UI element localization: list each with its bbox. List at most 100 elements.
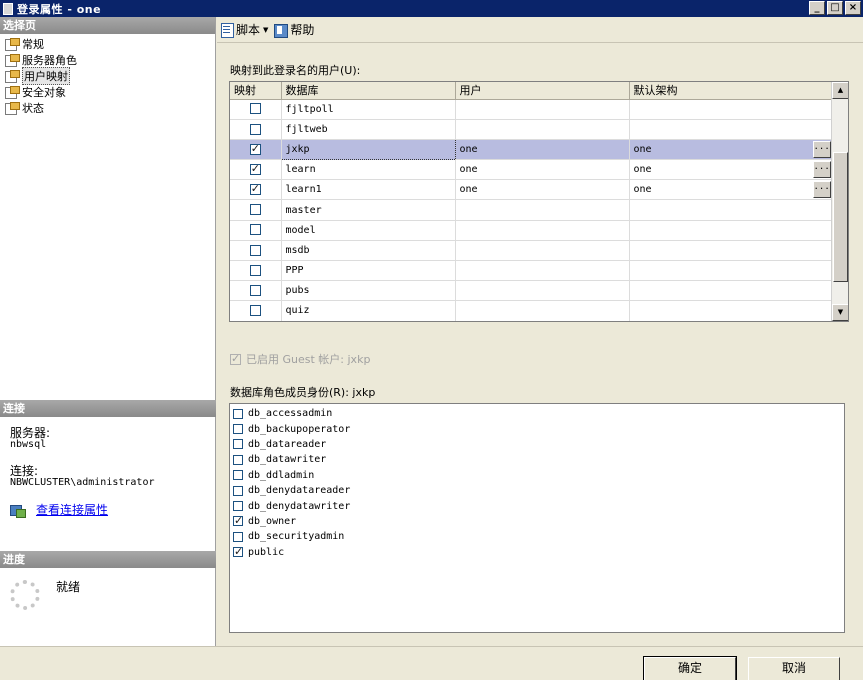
user-cell[interactable] bbox=[455, 260, 630, 282]
user-cell[interactable] bbox=[455, 199, 630, 221]
scroll-down-icon[interactable]: ▼ bbox=[832, 304, 848, 321]
list-item[interactable]: db_accessadmin bbox=[230, 406, 844, 421]
role-checkbox[interactable] bbox=[233, 545, 243, 558]
role-checkbox[interactable] bbox=[233, 439, 243, 450]
user-mapping-grid[interactable]: 映射 数据库 用户 默认架构 fjltpollfjltwebjxkponeone… bbox=[229, 81, 849, 322]
list-item[interactable]: db_owner bbox=[230, 514, 844, 529]
page-item-status[interactable]: 状态 bbox=[0, 100, 215, 116]
map-checkbox[interactable] bbox=[249, 305, 261, 317]
table-row[interactable]: jxkponeone... bbox=[230, 138, 832, 161]
map-checkbox[interactable] bbox=[249, 285, 261, 297]
table-row[interactable]: learnoneone... bbox=[230, 159, 832, 181]
schema-cell[interactable] bbox=[629, 199, 832, 221]
user-cell[interactable] bbox=[455, 300, 630, 321]
map-cell[interactable] bbox=[230, 280, 282, 302]
map-cell[interactable] bbox=[230, 260, 282, 282]
view-connection-properties-link[interactable]: 查看连接属性 bbox=[36, 504, 108, 516]
schema-cell[interactable]: one... bbox=[629, 139, 832, 161]
table-row[interactable]: fjltpoll bbox=[230, 99, 832, 120]
dropdown-arrow-icon[interactable]: ▼ bbox=[263, 26, 268, 34]
schema-cell[interactable]: one... bbox=[629, 159, 832, 181]
role-checkbox[interactable] bbox=[233, 470, 243, 481]
column-header-database[interactable]: 数据库 bbox=[281, 82, 456, 100]
role-checkbox[interactable] bbox=[233, 531, 243, 542]
map-checkbox[interactable] bbox=[249, 224, 261, 236]
close-button[interactable]: × bbox=[845, 1, 861, 15]
map-cell[interactable] bbox=[230, 119, 282, 140]
user-cell[interactable]: one bbox=[455, 179, 630, 201]
user-cell[interactable] bbox=[455, 119, 630, 140]
role-membership-list[interactable]: db_accessadmin db_backupoperator db_datare… bbox=[229, 403, 845, 633]
table-row[interactable]: msdb bbox=[230, 240, 832, 262]
role-checkbox[interactable] bbox=[233, 454, 243, 465]
schema-cell[interactable] bbox=[629, 300, 832, 321]
map-checkbox[interactable] bbox=[249, 162, 261, 175]
schema-cell[interactable] bbox=[629, 119, 832, 140]
column-header-user[interactable]: 用户 bbox=[455, 82, 630, 100]
list-item[interactable]: public bbox=[230, 545, 844, 560]
list-item[interactable]: db_backupoperator bbox=[230, 421, 844, 436]
scroll-thumb[interactable] bbox=[833, 152, 848, 282]
schema-cell[interactable] bbox=[629, 99, 832, 120]
maximize-button[interactable]: □ bbox=[827, 1, 843, 15]
map-checkbox[interactable] bbox=[249, 264, 261, 276]
table-row[interactable]: master bbox=[230, 199, 832, 221]
map-checkbox[interactable] bbox=[249, 103, 261, 115]
column-header-default-schema[interactable]: 默认架构 bbox=[629, 82, 832, 100]
table-row[interactable]: learn1oneone... bbox=[230, 179, 832, 201]
table-row[interactable]: quiz bbox=[230, 300, 832, 321]
page-item-securables[interactable]: 安全对象 bbox=[0, 84, 215, 100]
list-item[interactable]: db_datareader bbox=[230, 437, 844, 452]
map-cell[interactable] bbox=[230, 240, 282, 262]
schema-cell[interactable]: one... bbox=[629, 179, 832, 201]
schema-cell[interactable] bbox=[629, 280, 832, 302]
table-row[interactable]: model bbox=[230, 220, 832, 241]
role-checkbox[interactable] bbox=[233, 514, 243, 527]
map-checkbox[interactable] bbox=[249, 204, 261, 216]
schema-browse-button[interactable]: ... bbox=[812, 181, 831, 199]
schema-browse-button[interactable]: ... bbox=[812, 161, 831, 179]
scroll-up-icon[interactable]: ▲ bbox=[832, 82, 848, 99]
user-cell[interactable]: one bbox=[455, 139, 630, 161]
user-cell[interactable] bbox=[455, 220, 630, 241]
table-row[interactable]: pubs bbox=[230, 280, 832, 302]
schema-cell[interactable] bbox=[629, 260, 832, 282]
help-button[interactable]: 帮助 bbox=[274, 21, 314, 38]
list-item[interactable]: db_denydatawriter bbox=[230, 498, 844, 513]
minimize-button[interactable]: _ bbox=[809, 1, 825, 15]
user-cell[interactable] bbox=[455, 280, 630, 302]
role-checkbox[interactable] bbox=[233, 424, 243, 435]
role-checkbox[interactable] bbox=[233, 485, 243, 496]
map-cell[interactable] bbox=[230, 199, 282, 221]
list-item[interactable]: db_denydatareader bbox=[230, 483, 844, 498]
user-cell[interactable] bbox=[455, 99, 630, 120]
user-cell[interactable] bbox=[455, 240, 630, 262]
schema-cell[interactable] bbox=[629, 220, 832, 241]
role-checkbox[interactable] bbox=[233, 501, 243, 512]
map-cell[interactable] bbox=[230, 220, 282, 241]
page-item-general[interactable]: 常规 bbox=[0, 36, 215, 52]
map-cell[interactable] bbox=[230, 99, 282, 120]
map-cell[interactable] bbox=[230, 300, 282, 321]
map-cell[interactable] bbox=[230, 179, 282, 201]
cancel-button[interactable]: 取消 bbox=[748, 657, 840, 680]
page-item-server-roles[interactable]: 服务器角色 bbox=[0, 52, 215, 68]
schema-cell[interactable] bbox=[629, 240, 832, 262]
map-checkbox[interactable] bbox=[249, 244, 261, 256]
user-cell[interactable]: one bbox=[455, 159, 630, 181]
list-item[interactable]: db_ddladmin bbox=[230, 468, 844, 483]
role-checkbox[interactable] bbox=[233, 408, 243, 419]
map-cell[interactable] bbox=[230, 139, 282, 161]
column-header-map[interactable]: 映射 bbox=[230, 82, 282, 100]
table-row[interactable]: fjltweb bbox=[230, 119, 832, 140]
list-item[interactable]: db_securityadmin bbox=[230, 529, 844, 544]
page-item-user-mapping[interactable]: 用户映射 bbox=[0, 67, 215, 85]
script-button[interactable]: 脚本 ▼ bbox=[220, 21, 268, 38]
table-row[interactable]: PPP bbox=[230, 260, 832, 282]
map-checkbox[interactable] bbox=[249, 142, 261, 155]
ok-button[interactable]: 确定 bbox=[643, 656, 737, 680]
list-item[interactable]: db_datawriter bbox=[230, 452, 844, 467]
map-checkbox[interactable] bbox=[249, 182, 261, 196]
schema-browse-button[interactable]: ... bbox=[812, 140, 831, 158]
map-cell[interactable] bbox=[230, 159, 282, 181]
